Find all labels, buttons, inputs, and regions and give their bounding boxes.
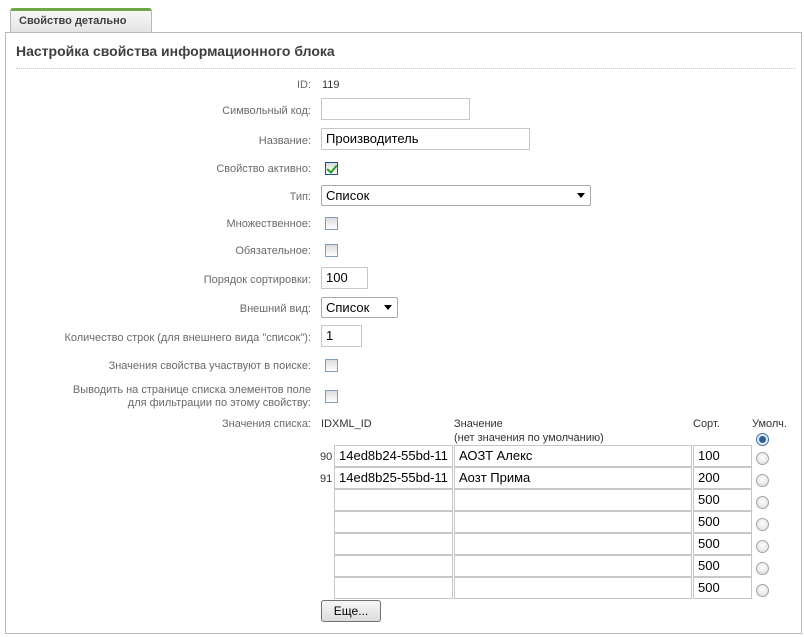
default-header: Умолч.	[752, 418, 787, 430]
name-input[interactable]: Производитель	[321, 128, 530, 150]
code-label: Символьный код:	[222, 105, 311, 117]
values-list-label: Значения списка:	[221, 418, 311, 430]
default-radio[interactable]	[756, 540, 769, 553]
sort-value-input[interactable]: 500	[693, 533, 752, 555]
default-radio[interactable]	[756, 452, 769, 465]
default-radio[interactable]	[756, 518, 769, 531]
id-value: 119	[322, 79, 340, 91]
xml-id-input[interactable]	[334, 555, 453, 577]
search-label: Значения свойства участвуют в поиске:	[108, 360, 311, 372]
page-title: Настройка свойства информационного блока	[16, 43, 335, 59]
multiple-label: Множественное:	[226, 218, 311, 230]
multiple-checkbox[interactable]	[325, 217, 338, 230]
view-select-value: Список	[326, 300, 370, 315]
sort-value-input[interactable]: 200	[693, 467, 752, 489]
tab-strip: Свойство детально	[0, 0, 804, 33]
active-checkbox[interactable]	[325, 162, 338, 175]
code-input[interactable]	[321, 98, 470, 120]
view-select[interactable]: Список	[321, 297, 398, 318]
view-label: Внешний вид:	[239, 303, 311, 315]
sort-value-input[interactable]: 500	[693, 489, 752, 511]
sort-value-input[interactable]: 500	[693, 577, 752, 599]
sort-label: Порядок сортировки:	[203, 274, 311, 286]
search-checkbox[interactable]	[325, 359, 338, 372]
row-id: 90	[320, 451, 333, 463]
xml-id-input[interactable]	[334, 489, 453, 511]
value-input[interactable]	[454, 577, 692, 599]
xml-id-input[interactable]: 14ed8b25-55bd-11	[334, 467, 453, 489]
xml-id-input[interactable]	[334, 577, 453, 599]
chevron-down-icon	[577, 193, 585, 198]
title-divider	[16, 68, 796, 69]
id-label: ID:	[296, 79, 311, 91]
filter-checkbox[interactable]	[325, 390, 338, 403]
value-input[interactable]: АОЗТ Алекс	[454, 445, 692, 467]
xml-id-input[interactable]	[334, 511, 453, 533]
xml-id-input[interactable]	[334, 533, 453, 555]
value-header-note: (нет значения по умолчанию)	[454, 432, 604, 444]
rows-count-label: Количество строк (для внешнего вида "спи…	[64, 332, 311, 344]
default-radio[interactable]	[756, 496, 769, 509]
no-default-radio[interactable]	[756, 433, 769, 446]
tab-property-detail[interactable]: Свойство детально	[10, 8, 152, 32]
filter-label-line2: для фильтрации по этому свойству:	[127, 397, 311, 409]
sort-value-input[interactable]: 500	[693, 511, 752, 533]
required-checkbox[interactable]	[325, 244, 338, 257]
row-id: 91	[320, 473, 333, 485]
value-header: Значение	[454, 418, 503, 430]
type-select[interactable]: Список	[321, 185, 591, 206]
active-label: Свойство активно:	[216, 163, 311, 175]
filter-label-line1: Выводить на странице списка элементов по…	[72, 384, 311, 396]
default-radio[interactable]	[756, 584, 769, 597]
xml-id-header: IDXML_ID	[321, 418, 372, 430]
type-label: Тип:	[289, 191, 311, 203]
property-settings-panel: Настройка свойства информационного блока…	[5, 32, 802, 634]
value-input[interactable]	[454, 533, 692, 555]
xml-id-input[interactable]: 14ed8b24-55bd-11	[334, 445, 453, 467]
value-input[interactable]	[454, 555, 692, 577]
rows-count-input[interactable]: 1	[321, 325, 362, 347]
default-radio[interactable]	[756, 562, 769, 575]
value-input[interactable]: Аозт Прима	[454, 467, 692, 489]
required-label: Обязательное:	[235, 245, 311, 257]
chevron-down-icon	[384, 305, 392, 310]
name-label: Название:	[258, 135, 311, 147]
sort-header: Сорт.	[693, 418, 720, 430]
value-input[interactable]	[454, 511, 692, 533]
sort-value-input[interactable]: 500	[693, 555, 752, 577]
sort-input[interactable]: 100	[321, 267, 368, 289]
sort-value-input[interactable]: 100	[693, 445, 752, 467]
default-radio[interactable]	[756, 474, 769, 487]
more-values-button[interactable]: Еще...	[321, 600, 381, 622]
type-select-value: Список	[326, 188, 370, 203]
value-input[interactable]	[454, 489, 692, 511]
